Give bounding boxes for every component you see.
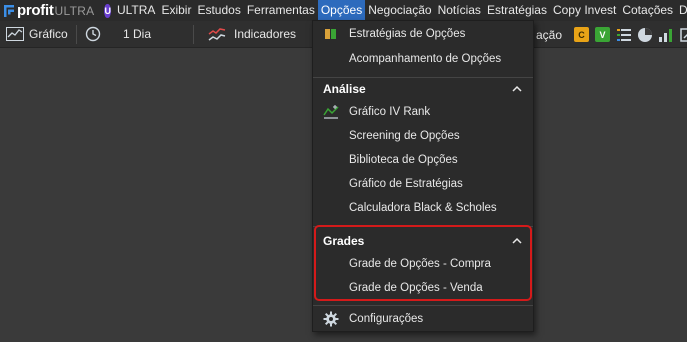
- menu-noticias[interactable]: Notícias: [435, 0, 484, 21]
- menu-divider: [313, 77, 533, 78]
- period-label: 1 Dia: [123, 27, 152, 41]
- toolbar-fragment-label: ação: [536, 27, 563, 42]
- badge-c-button[interactable]: C: [574, 27, 590, 42]
- menu-item-label: Calculadora Black & Scholes: [349, 202, 497, 214]
- menu-item-label: Biblioteca de Opções: [349, 154, 458, 166]
- brand-edition: ULTRA: [54, 3, 95, 18]
- chart-button[interactable]: Gráfico: [0, 21, 76, 47]
- chevron-up-icon: [511, 83, 523, 95]
- indicators-icon: [208, 26, 226, 42]
- indicators-label: Indicadores: [234, 27, 297, 41]
- menu-item-label: Acompanhamento de Opções: [349, 53, 502, 65]
- menu-plan[interactable]: ULTRA: [114, 0, 158, 21]
- bar-chart-icon[interactable]: [658, 27, 674, 43]
- chart-label: Gráfico: [29, 27, 68, 41]
- section-title: Análise: [323, 82, 366, 96]
- badge-v-button[interactable]: V: [595, 27, 611, 42]
- plan-badge: U: [104, 3, 111, 18]
- menu-copy-invest[interactable]: Copy Invest: [550, 0, 619, 21]
- strategies-icon: [323, 26, 339, 42]
- app-logo: profit ULTRA: [0, 2, 94, 19]
- menu-estrategias[interactable]: Estratégias: [484, 0, 550, 21]
- iv-rank-chart-icon: [323, 104, 339, 120]
- profit-logo-icon: [3, 4, 15, 18]
- menu-item-biblioteca-de-opcoes[interactable]: Biblioteca de Opções: [313, 148, 533, 172]
- chart-icon: [6, 27, 24, 41]
- menu-divider: [313, 305, 533, 306]
- expand-icon[interactable]: [679, 27, 687, 43]
- list-icon[interactable]: [616, 27, 632, 43]
- menu-ferramentas[interactable]: Ferramentas: [244, 0, 318, 21]
- section-header-analise[interactable]: Análise: [313, 79, 533, 99]
- period-button[interactable]: 1 Dia: [77, 21, 193, 47]
- menu-exibir[interactable]: Exibir: [158, 0, 194, 21]
- clock-icon: [85, 26, 101, 42]
- menu-item-acompanhamento-de-opcoes[interactable]: Acompanhamento de Opções: [313, 47, 533, 71]
- pie-chart-icon[interactable]: [637, 27, 653, 43]
- menu-desktop[interactable]: Deskt: [676, 0, 687, 21]
- brand-name: profit: [17, 2, 54, 19]
- menu-opcoes[interactable]: Opções: [317, 0, 366, 21]
- menu-item-label: Screening de Opções: [349, 130, 460, 142]
- grades-highlight-box: [314, 225, 532, 301]
- menu-item-label: Gráfico IV Rank: [349, 106, 431, 118]
- menu-item-label: Estratégias de Opções: [349, 28, 466, 40]
- menu-item-calculadora-black-scholes[interactable]: Calculadora Black & Scholes: [313, 196, 533, 220]
- menu-bar: profit ULTRA U ULTRA Exibir Estudos Ferr…: [0, 0, 687, 21]
- gear-icon: [323, 311, 339, 327]
- menu-item-grafico-iv-rank[interactable]: Gráfico IV Rank: [313, 100, 533, 124]
- menu-item-configuracoes[interactable]: Configurações: [313, 307, 533, 331]
- menu-cotacoes[interactable]: Cotações: [619, 0, 676, 21]
- menu-item-label: Configurações: [349, 313, 424, 325]
- menu-item-estrategias-de-opcoes[interactable]: Estratégias de Opções: [313, 22, 533, 46]
- indicators-button[interactable]: Indicadores: [194, 21, 297, 47]
- menu-item-screening-de-opcoes[interactable]: Screening de Opções: [313, 124, 533, 148]
- menu-item-grafico-de-estrategias[interactable]: Gráfico de Estratégias: [313, 172, 533, 196]
- menu-negociacao[interactable]: Negociação: [365, 0, 434, 21]
- menu-item-label: Gráfico de Estratégias: [349, 178, 463, 190]
- toolbar-right-group: ação C V: [536, 21, 687, 47]
- menu-estudos[interactable]: Estudos: [194, 0, 243, 21]
